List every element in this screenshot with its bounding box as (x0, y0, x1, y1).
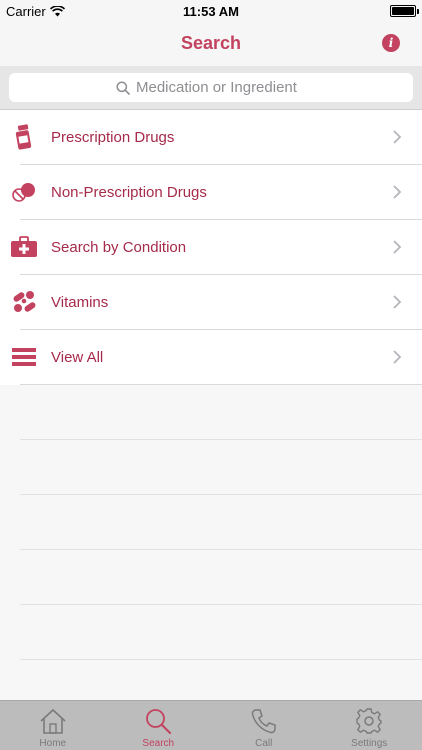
tab-label: Call (255, 738, 273, 749)
info-icon[interactable]: i (382, 34, 400, 52)
list-item-label: Search by Condition (51, 239, 187, 256)
search-input[interactable] (136, 79, 306, 96)
search-icon (116, 80, 130, 95)
tab-label: Settings (351, 738, 388, 749)
phone-icon (251, 709, 276, 734)
list-icon (10, 343, 38, 371)
empty-row-separator (0, 495, 422, 550)
search-field[interactable] (9, 73, 413, 102)
category-list: Prescription Drugs Non-Prescription Drug… (0, 110, 422, 715)
prescription-bottle-icon (10, 123, 38, 151)
home-icon (40, 708, 66, 734)
chevron-right-icon (393, 130, 402, 144)
empty-row-separator (0, 385, 422, 440)
first-aid-kit-icon (10, 233, 38, 261)
tab-settings[interactable]: Settings (317, 701, 422, 750)
list-item-label: Prescription Drugs (51, 129, 175, 146)
tab-home[interactable]: Home (0, 701, 106, 750)
empty-row-separator (0, 550, 422, 605)
tab-label: Home (39, 738, 67, 749)
list-item-prescription-drugs[interactable]: Prescription Drugs (0, 110, 422, 165)
status-bar: Carrier 11:53 AM (0, 0, 422, 22)
list-item-view-all[interactable]: View All (0, 330, 422, 385)
list-item-label: Non-Prescription Drugs (51, 184, 207, 201)
tab-bar: Home Search Call Settings (0, 700, 422, 750)
chevron-right-icon (393, 185, 402, 199)
empty-row-separator (0, 605, 422, 660)
list-item-label: Vitamins (51, 294, 109, 311)
list-item-search-by-condition[interactable]: Search by Condition (0, 220, 422, 275)
list-item-vitamins[interactable]: Vitamins (0, 275, 422, 330)
tab-label: Search (142, 738, 175, 749)
navigation-bar: Search i (0, 22, 422, 66)
battery-icon (390, 5, 419, 17)
chevron-right-icon (393, 350, 402, 364)
pills-icon (10, 178, 38, 206)
chevron-right-icon (393, 240, 402, 254)
search-icon (146, 709, 172, 734)
clock: 11:53 AM (183, 4, 239, 19)
chevron-right-icon (393, 295, 402, 309)
list-item-non-prescription-drugs[interactable]: Non-Prescription Drugs (0, 165, 422, 220)
gear-icon (356, 708, 382, 734)
page-title: Search (180, 33, 242, 53)
search-bar (0, 66, 422, 110)
vitamins-icon (10, 288, 38, 316)
tab-call[interactable]: Call (211, 701, 317, 750)
tab-search[interactable]: Search (106, 701, 212, 750)
empty-row-separator (0, 440, 422, 495)
list-item-label: View All (51, 349, 104, 366)
